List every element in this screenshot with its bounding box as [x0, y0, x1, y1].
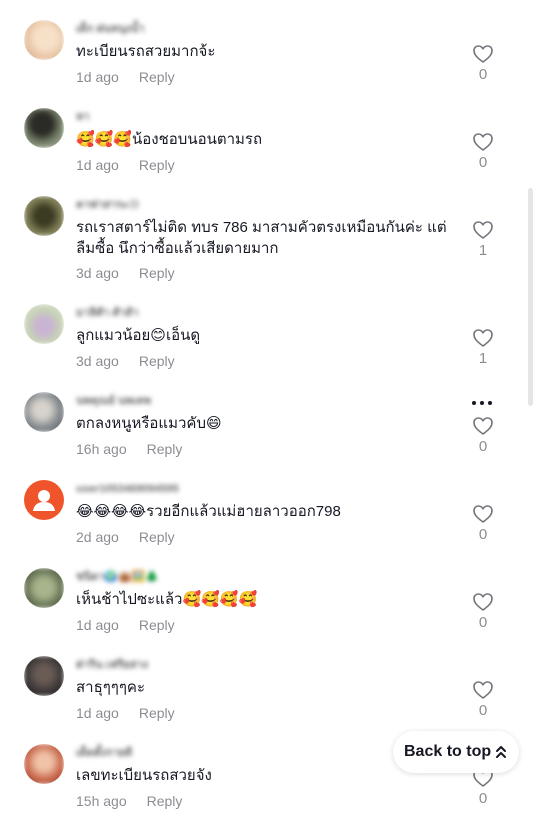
- comment-time: 1d ago: [76, 157, 119, 173]
- comment-username[interactable]: นพคุณย์ นพเคพ: [76, 392, 151, 410]
- heart-icon[interactable]: [472, 44, 494, 64]
- comment-time: 15h ago: [76, 793, 127, 809]
- comment-meta: 1d ago Reply: [76, 703, 175, 723]
- like-count: 1: [478, 242, 488, 259]
- reply-button[interactable]: Reply: [147, 791, 183, 811]
- comment-text: สาธุๆๆๆคะ: [76, 679, 145, 696]
- like-control: 0: [468, 768, 498, 808]
- comment-meta: 1d ago Reply: [76, 67, 175, 87]
- like-count: 0: [478, 66, 488, 83]
- comment-username[interactable]: ต่าริน เฟรียสาง: [76, 656, 148, 674]
- avatar[interactable]: [24, 304, 64, 344]
- avatar[interactable]: [24, 480, 64, 520]
- comment-username[interactable]: user1053469094595: [76, 480, 179, 498]
- comment-meta: 3d ago Reply: [76, 263, 175, 283]
- avatar[interactable]: [24, 392, 64, 432]
- reply-button[interactable]: Reply: [139, 703, 175, 723]
- heart-icon[interactable]: [472, 328, 494, 348]
- reply-button[interactable]: Reply: [139, 155, 175, 175]
- like-control: 0: [468, 132, 498, 172]
- comment-item: เด็ก ฝนหนุงน้ำ ทะเบียนรถสวยมากจ้ะ 1d ago…: [0, 20, 535, 108]
- heart-icon[interactable]: [472, 220, 494, 240]
- heart-icon[interactable]: [472, 416, 494, 436]
- comment-meta: 1d ago Reply: [76, 615, 175, 635]
- reply-button[interactable]: Reply: [139, 351, 175, 371]
- avatar[interactable]: [24, 656, 64, 696]
- like-control: 0: [468, 504, 498, 544]
- reply-button[interactable]: Reply: [139, 67, 175, 87]
- comment-text: 😂😂😂😂รวยอีกแล้วแม่ฮายลาวออก798: [76, 503, 341, 520]
- back-to-top-label: Back to top: [404, 743, 492, 760]
- comment-text: ลูกแมวน้อย😊เอ็นดู: [76, 327, 201, 344]
- double-chevron-up-icon: [496, 746, 506, 758]
- like-count: 0: [478, 526, 488, 543]
- like-control: 0: [468, 416, 498, 456]
- reply-button[interactable]: Reply: [139, 527, 175, 547]
- reply-button[interactable]: Reply: [139, 263, 175, 283]
- comment-time: 1d ago: [76, 705, 119, 721]
- like-control: 0: [468, 44, 498, 84]
- comment-username[interactable]: ชนิดา🌍👜🖼️🌲: [76, 568, 159, 586]
- heart-icon[interactable]: [472, 680, 494, 700]
- comment-text: เลขทะเบียนรถสวยจัง: [76, 767, 212, 784]
- comment-username[interactable]: เด็ก ฝนหนุงน้ำ: [76, 20, 144, 38]
- comment-meta: 2d ago Reply: [76, 527, 175, 547]
- like-control: 1: [468, 220, 498, 260]
- avatar[interactable]: [24, 20, 64, 60]
- comment-username[interactable]: มาลิศ้า ศ้าส้า: [76, 304, 138, 322]
- comment-text: รถเราสตาร์ไม่ติด ทบร 786 มาสามคัวตรงเหมื…: [76, 219, 447, 257]
- comment-text: 🥰🥰🥰น้องชอบนอนตามรถ: [76, 131, 263, 148]
- comment-time: 3d ago: [76, 353, 119, 369]
- more-options-icon[interactable]: [472, 398, 496, 408]
- comment-item: หา 🥰🥰🥰น้องชอบนอนตามรถ 1d ago Reply 0: [0, 108, 535, 196]
- default-user-icon: [33, 490, 55, 511]
- comment-time: 1d ago: [76, 617, 119, 633]
- like-control: 0: [468, 680, 498, 720]
- like-count: 1: [478, 350, 488, 367]
- comment-item: มาลิศ้า ศ้าส้า ลูกแมวน้อย😊เอ็นดู 3d ago R…: [0, 304, 535, 392]
- comment-text: เห็นช้าไปซะแล้ว🥰🥰🥰🥰: [76, 591, 258, 608]
- comment-time: 2d ago: [76, 529, 119, 545]
- comment-text: ทะเบียนรถสวยมากจ้ะ: [76, 43, 216, 60]
- comment-item: ชนิดา🌍👜🖼️🌲 เห็นช้าไปซะแล้ว🥰🥰🥰🥰 1d ago Rep…: [0, 568, 535, 656]
- avatar[interactable]: [24, 196, 64, 236]
- heart-icon[interactable]: [472, 592, 494, 612]
- comment-time: 16h ago: [76, 441, 127, 457]
- reply-button[interactable]: Reply: [147, 439, 183, 459]
- comment-username[interactable]: คาฟาสาระ😢: [76, 196, 140, 214]
- comment-time: 3d ago: [76, 265, 119, 281]
- like-control: 0: [468, 592, 498, 632]
- comment-text: ตกลงหนูหรือแมวคับ😄: [76, 415, 222, 432]
- avatar[interactable]: [24, 568, 64, 608]
- like-count: 0: [478, 154, 488, 171]
- like-control: 1: [468, 328, 498, 368]
- comment-meta: 1d ago Reply: [76, 155, 175, 175]
- like-count: 0: [478, 614, 488, 631]
- back-to-top-button[interactable]: Back to top: [393, 731, 519, 773]
- comment-meta: 15h ago Reply: [76, 791, 182, 811]
- reply-button[interactable]: Reply: [139, 615, 175, 635]
- comment-meta: 3d ago Reply: [76, 351, 175, 371]
- heart-icon[interactable]: [472, 504, 494, 524]
- heart-icon[interactable]: [472, 132, 494, 152]
- like-count: 0: [478, 438, 488, 455]
- comment-item: user1053469094595 😂😂😂😂รวยอีกแล้วแม่ฮายลา…: [0, 480, 535, 568]
- comment-meta: 16h ago Reply: [76, 439, 182, 459]
- like-count: 0: [478, 702, 488, 719]
- comment-time: 1d ago: [76, 69, 119, 85]
- like-count: 0: [478, 790, 488, 807]
- scrollbar[interactable]: [528, 188, 533, 406]
- comment-item: คาฟาสาระ😢 รถเราสตาร์ไม่ติด ทบร 786 มาสาม…: [0, 196, 535, 304]
- avatar[interactable]: [24, 744, 64, 784]
- comment-username[interactable]: เด็ดตั้งรายดี: [76, 744, 132, 762]
- comment-username[interactable]: หา: [76, 108, 89, 126]
- avatar[interactable]: [24, 108, 64, 148]
- comment-item: นพคุณย์ นพเคพ ตกลงหนูหรือแมวคับ😄 16h ago…: [0, 392, 535, 480]
